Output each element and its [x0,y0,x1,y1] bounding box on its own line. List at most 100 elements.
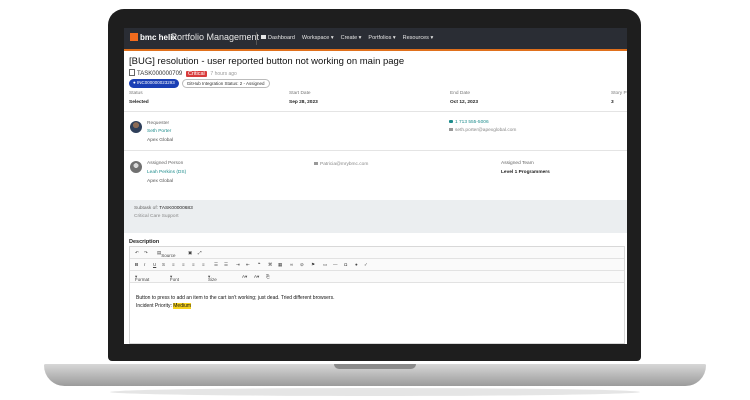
status-value: Selected [129,100,149,105]
email-text: seth.porter@apexglobal.com [455,128,517,133]
nav-accent-bar [124,49,627,51]
assigned-person-email[interactable]: Patricia@mrybmc.com [314,162,368,167]
copy-format-icon[interactable]: ⎘ [266,274,270,279]
description-editor[interactable]: ↶ ↷ ▤ Source ▣ ⤢ B I U S ≡ ≡ ≡ ≡ ☰ ☰ ⇥ ⇤… [129,246,625,344]
subtask-label: Subtask of: [134,206,158,211]
end-date-value: Oct 12, 2023 [450,100,479,105]
maximize-icon[interactable]: ⤢ [198,250,202,255]
code-icon[interactable]: ⌘ [268,262,273,268]
email-icon [314,162,318,165]
indent-icon[interactable]: ⇥ [236,262,240,268]
requester-label: Requester [147,121,170,126]
ticket-id: TASK000000709 [137,71,183,77]
assigned-team-value: Level 1 Programmers [501,170,550,175]
ticket-title: [BUG] resolution - user reported button … [129,56,405,67]
requester-org: Apex Global [147,138,174,143]
strikethrough-icon[interactable]: S [162,262,165,267]
nav-item-create[interactable]: Create ▾ [341,35,362,41]
end-date-label: End Date [450,91,471,96]
editor-content[interactable]: Button to press to add an item to the ca… [136,294,334,310]
story-points-label: Story P [611,91,627,96]
italic-icon[interactable]: I [144,262,145,267]
bulleted-list-icon[interactable]: ☰ [224,262,228,268]
priority-prefix: Incident Priority: [136,303,174,309]
blockquote-icon[interactable]: ❝ [258,262,260,268]
app-title: Portfolio Management [171,32,260,42]
requester-avatar [130,121,142,133]
nav-item-label: Dashboard [268,35,295,41]
priority-highlight: Medium [173,303,192,309]
preview-icon[interactable]: ▣ [188,250,192,256]
requester-phone[interactable]: 1 713 555-5006 [449,120,489,125]
font-select-label: Font [170,277,180,282]
home-icon [261,35,266,39]
story-points-value: 3 [611,100,614,105]
ticket-tags: ● INC000000023293 GitHub Integration Sta… [129,79,270,88]
align-right-icon[interactable]: ≡ [192,262,195,267]
align-left-icon[interactable]: ≡ [172,262,175,267]
divider [124,111,627,112]
requester-email[interactable]: seth.porter@apexglobal.com [449,128,516,133]
description-line-2: Incident Priority: Medium [136,302,334,310]
description-line-1: Button to press to add an item to the ca… [136,295,335,301]
editor-toolbar-row-3: Format ▾ Font ▾ Size ▾ A▾ A▾ ⎘ [130,271,624,283]
document-icon [129,69,135,76]
integration-status-tag[interactable]: GitHub Integration Status: 2 - Assigned [181,79,270,88]
nav-divider [256,32,257,45]
subtask-id[interactable]: TASK00000683 [159,206,193,211]
format-select[interactable]: Format ▾ [135,274,149,282]
format-select-label: Format [135,277,150,282]
image-icon[interactable]: ▭ [323,262,327,268]
source-button[interactable]: ▤ Source [157,250,176,258]
unlink-icon[interactable]: ⊘ [300,262,304,268]
description-label: Description [129,239,160,245]
nav-item-resources[interactable]: Resources ▾ [403,35,434,41]
laptop-notch [334,364,416,369]
incident-tag[interactable]: ● INC000000023293 [129,79,179,88]
size-select[interactable]: Size ▾ [208,274,217,282]
background-color-icon[interactable]: A▾ [254,274,259,280]
text-color-icon[interactable]: A▾ [242,274,247,280]
nav-item-dashboard[interactable]: Dashboard [261,35,295,41]
redo-icon[interactable]: ↷ [144,250,148,256]
assigned-avatar [130,161,142,173]
emoji-icon[interactable]: ● [355,262,358,267]
justify-icon[interactable]: ≡ [202,262,205,267]
undo-icon[interactable]: ↶ [135,250,139,256]
size-select-label: Size [208,277,217,282]
horizontal-rule-icon[interactable]: ― [333,262,338,267]
editor-toolbar-row-2: B I U S ≡ ≡ ≡ ≡ ☰ ☰ ⇥ ⇤ ❝ ⌘ ▦ ∞ ⊘ ⚑ ▭ ― … [130,259,624,271]
nav-item-portfolios[interactable]: Portfolios ▾ [368,35,395,41]
phone-icon [449,120,453,123]
special-char-icon[interactable]: Ω [344,262,347,267]
link-icon[interactable]: ∞ [290,262,293,267]
nav-item-workspace[interactable]: Workspace ▾ [302,35,334,41]
assigned-person-name[interactable]: Leah Perkins (DS) [147,170,186,175]
email-text: Patricia@mrybmc.com [320,162,369,167]
ticket-age: 7 hours ago [210,71,237,77]
spellcheck-icon[interactable]: ✓ [364,262,368,268]
subtask-panel: Subtask of: TASK00000683 Critical Care S… [124,200,627,233]
outdent-icon[interactable]: ⇤ [246,262,250,268]
anchor-icon[interactable]: ⚑ [311,262,315,268]
subtask-line: Subtask of: TASK00000683 [134,206,193,211]
phone-text: 1 713 555-5006 [455,120,489,125]
ticket-meta: TASK000000709 Critical 7 hours ago [129,69,237,77]
top-navbar: bmc helix Portfolio Management Dashboard… [124,28,627,49]
font-select[interactable]: Font ▾ [170,274,179,282]
start-date-label: Start Date [289,91,311,96]
brand-logo[interactable]: bmc helix [130,33,177,42]
underline-icon[interactable]: U [153,262,156,267]
subtask-name: Critical Care Support [134,214,179,219]
bold-icon[interactable]: B [135,262,138,267]
email-icon [449,128,453,131]
table-icon[interactable]: ▦ [278,262,282,268]
app-screen: bmc helix Portfolio Management Dashboard… [124,28,627,344]
numbered-list-icon[interactable]: ☰ [214,262,218,268]
align-center-icon[interactable]: ≡ [182,262,185,267]
assigned-team-label: Assigned Team [501,161,534,166]
assigned-person-label: Assigned Person [147,161,184,166]
brand-logo-icon [130,33,138,41]
requester-name[interactable]: Seth Porter [147,129,171,134]
laptop-shadow [110,388,640,396]
